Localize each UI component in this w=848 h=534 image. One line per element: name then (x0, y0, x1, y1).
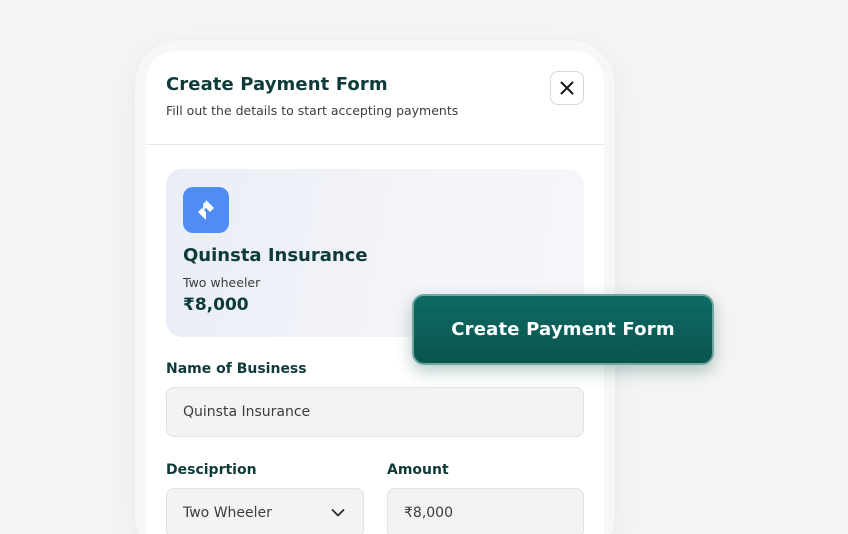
close-button[interactable] (550, 71, 584, 105)
amount-value: ₹8,000 (404, 505, 453, 521)
business-description: Two wheeler (183, 275, 261, 290)
description-label: Desciprtion (166, 462, 257, 478)
amount-field[interactable]: ₹8,000 (387, 488, 584, 534)
chevron-down-icon (331, 509, 345, 517)
business-name-label: Name of Business (166, 361, 307, 377)
description-select[interactable]: Two Wheeler (166, 488, 364, 534)
description-value: Two Wheeler (183, 505, 272, 521)
business-name-field[interactable]: Quinsta Insurance (166, 387, 584, 437)
modal-header: Create Payment Form Fill out the details… (146, 51, 604, 145)
create-payment-form-button[interactable]: Create Payment Form (412, 294, 714, 365)
amount-label: Amount (387, 462, 449, 478)
modal-title: Create Payment Form (166, 74, 388, 95)
payment-form-modal: Create Payment Form Fill out the details… (146, 51, 604, 534)
quinsta-logo-icon (183, 187, 229, 233)
close-icon (560, 81, 574, 95)
modal-subtitle: Fill out the details to start accepting … (166, 103, 459, 118)
business-name: Quinsta Insurance (183, 245, 368, 266)
business-name-value: Quinsta Insurance (183, 404, 311, 420)
business-amount: ₹8,000 (183, 295, 249, 315)
